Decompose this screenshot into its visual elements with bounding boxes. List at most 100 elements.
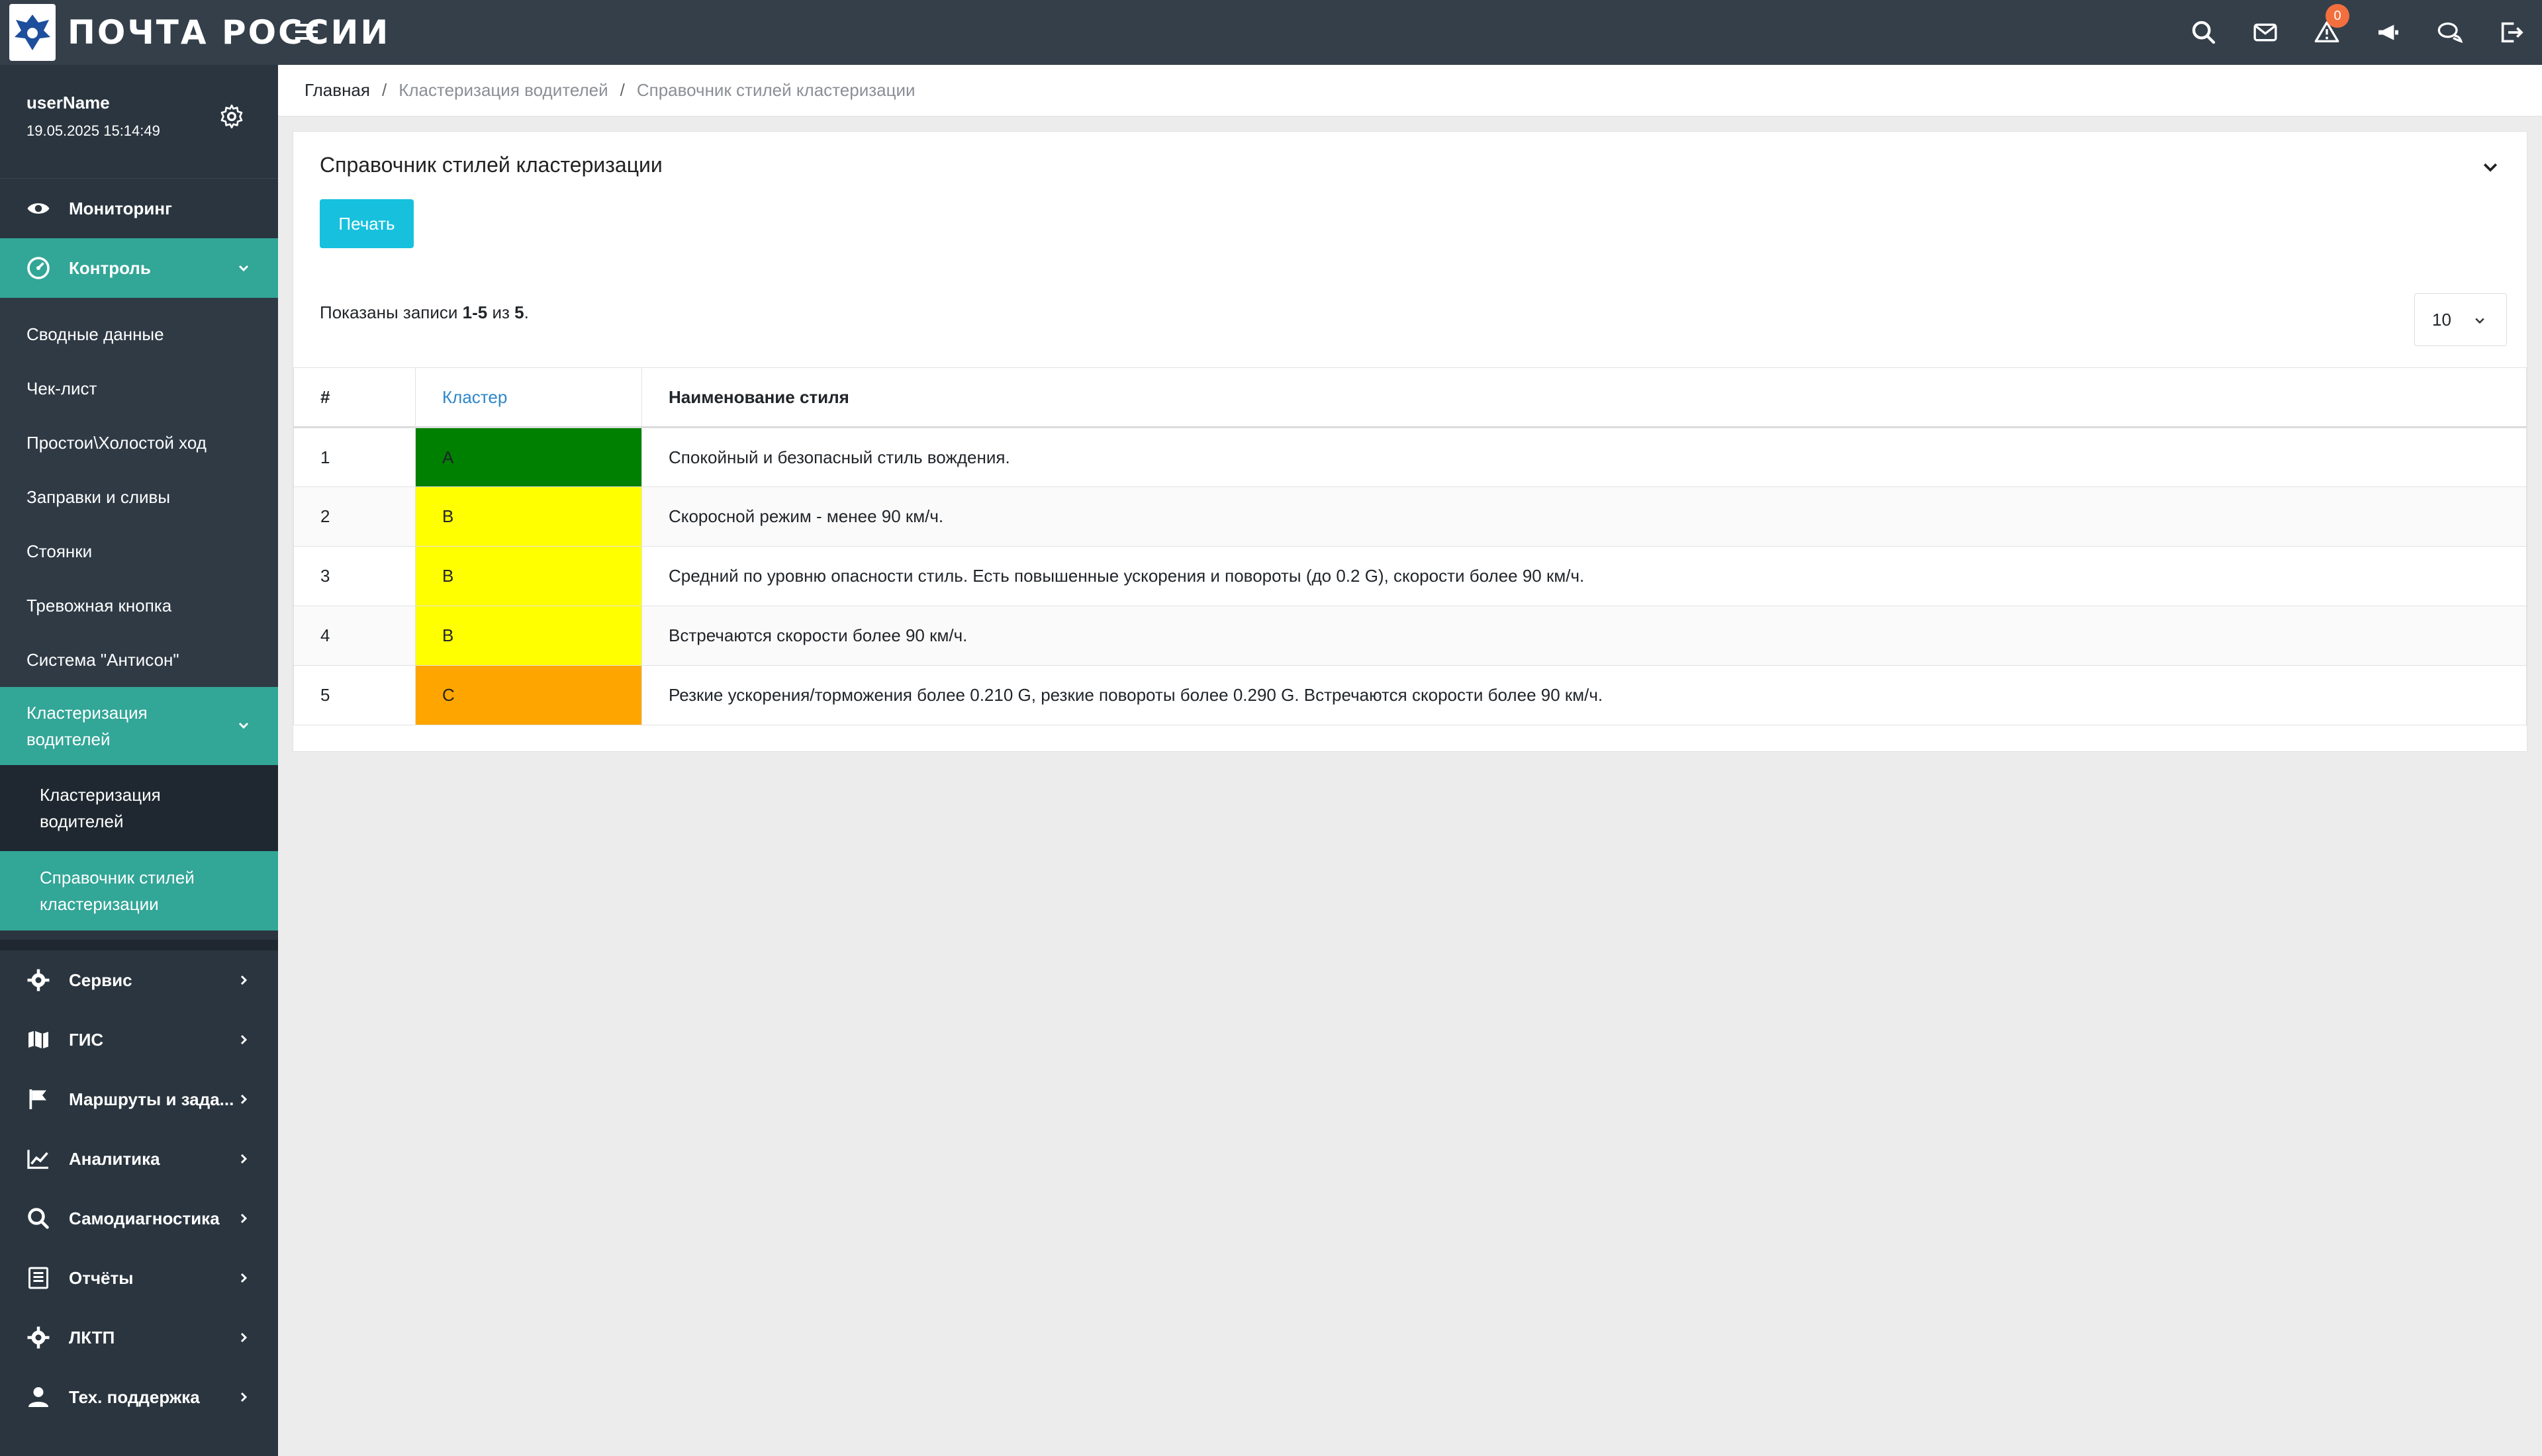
style-name-cell: Скоросной режим - менее 90 км/ч. (641, 486, 2527, 547)
chevron-down-icon (238, 722, 249, 729)
sidebar-subitem[interactable]: Простои\Холостой ход (0, 416, 278, 470)
cluster-cell: B (415, 606, 642, 666)
sidebar-item-label: Мониторинг (69, 198, 172, 218)
sidebar-subitem[interactable]: Сводные данные (0, 307, 278, 361)
sidebar-item-label: Аналитика (69, 1148, 160, 1169)
control-submenu: Сводные данные Чек-лист Простои\Холостой… (0, 298, 278, 950)
top-bar: ПОЧТА РОССИИ 0 (0, 0, 2542, 65)
column-header-name: Наименование стиля (641, 367, 2527, 428)
breadcrumb-home[interactable]: Главная (305, 80, 370, 101)
summary-mid: из (487, 302, 515, 322)
row-number: 4 (293, 606, 416, 666)
content-card: Справочник стилей кластеризации Печать П… (293, 131, 2527, 752)
page-title: Справочник стилей кластеризации (320, 153, 663, 177)
map-icon (26, 1028, 50, 1052)
sidebar-item-selfdiag[interactable]: Самодиагностика (0, 1189, 278, 1248)
summary-total: 5 (514, 302, 524, 322)
sidebar-item-support[interactable]: Тех. поддержка (0, 1367, 278, 1427)
breadcrumb: Главная / Кластеризация водителей / Спра… (278, 65, 2542, 116)
sidebar-subitem-label: Кластеризация водителей (26, 703, 148, 749)
table-row: 2 B Скоросной режим - менее 90 км/ч. (293, 486, 2527, 547)
sidebar-item-label: Сервис (69, 970, 132, 990)
sidebar-item-gis[interactable]: ГИС (0, 1010, 278, 1069)
table-row: 3 B Средний по уровню опасности стиль. Ест… (293, 546, 2527, 606)
search-icon[interactable] (2173, 0, 2234, 65)
sidebar-subsubitem-active[interactable]: Справочник стилей кластеризации (0, 851, 278, 931)
page-size-select[interactable]: 10 (2414, 293, 2507, 346)
column-header-cluster[interactable]: Кластер (415, 367, 642, 428)
mail-icon[interactable] (2234, 0, 2296, 65)
user-name: userName (26, 93, 110, 113)
sidebar-item-label: Самодиагностика (69, 1208, 220, 1228)
styles-table: # Кластер Наименование стиля 1 A Спокойный… (293, 367, 2527, 725)
megaphone-icon[interactable] (2357, 0, 2419, 65)
chevron-right-icon (240, 1332, 248, 1343)
breadcrumb-clustering[interactable]: Кластеризация водителей (399, 80, 608, 101)
chevron-right-icon (240, 1392, 248, 1402)
eagle-emblem-icon (9, 4, 56, 61)
sidebar-item-label: ЛКТП (69, 1327, 115, 1347)
chevron-right-icon (240, 1094, 248, 1105)
cluster-cell: B (415, 546, 642, 606)
row-number: 1 (293, 427, 416, 487)
sidebar-item-label: ГИС (69, 1029, 104, 1050)
sidebar-item-service[interactable]: Сервис (0, 950, 278, 1010)
menu-toggle-icon[interactable] (295, 20, 322, 45)
gear-icon (26, 968, 50, 992)
sidebar-subitem[interactable]: Тревожная кнопка (0, 578, 278, 633)
style-name-cell: Встречаются скорости более 90 км/ч. (641, 606, 2527, 666)
chevron-down-icon (2475, 318, 2484, 324)
cluster-cell: A (415, 427, 642, 487)
report-icon (26, 1266, 50, 1290)
logout-icon[interactable] (2480, 0, 2542, 65)
sidebar-item-label: Тех. поддержка (69, 1387, 200, 1407)
logo-text: ПОЧТА РОССИИ (68, 13, 391, 52)
summary-suffix: . (524, 302, 529, 322)
chevron-right-icon (240, 1213, 248, 1224)
warning-icon[interactable]: 0 (2296, 0, 2357, 65)
sidebar-subsubitem[interactable]: Кластеризация водителей (0, 765, 278, 851)
logo[interactable]: ПОЧТА РОССИИ (0, 0, 388, 65)
notification-badge: 0 (2326, 4, 2349, 28)
table-header-row: # Кластер Наименование стиля (293, 367, 2527, 428)
gear-icon (26, 1326, 50, 1349)
sidebar-item-control[interactable]: Контроль (0, 238, 278, 298)
sidebar-item-routes[interactable]: Маршруты и зада... (0, 1069, 278, 1129)
sidebar-item-lktp[interactable]: ЛКТП (0, 1308, 278, 1367)
records-summary: Показаны записи 1-5 из 5. (320, 302, 529, 323)
print-button[interactable]: Печать (320, 199, 414, 248)
sidebar-subitem[interactable]: Чек-лист (0, 361, 278, 416)
table-row: 4 B Встречаются скорости более 90 км/ч. (293, 606, 2527, 666)
row-number: 3 (293, 546, 416, 606)
collapse-chevron-icon[interactable] (2480, 157, 2500, 177)
row-number: 5 (293, 665, 416, 725)
breadcrumb-separator: / (381, 80, 387, 100)
sidebar-item-reports[interactable]: Отчёты (0, 1248, 278, 1308)
table-row: 5 C Резкие ускорения/торможения более 0.21… (293, 665, 2527, 725)
breadcrumb-separator: / (620, 80, 625, 100)
cluster-cell: B (415, 486, 642, 547)
chevron-right-icon (240, 975, 248, 985)
sidebar-item-monitoring[interactable]: Мониторинг (0, 179, 278, 238)
cluster-cell: C (415, 665, 642, 725)
eye-icon (26, 197, 50, 220)
sidebar-item-analytics[interactable]: Аналитика (0, 1129, 278, 1189)
flag-icon (26, 1087, 50, 1111)
sidebar-subitem[interactable]: Заправки и сливы (0, 470, 278, 524)
sidebar-subitem[interactable]: Система "Антисон" (0, 633, 278, 687)
search-icon (26, 1206, 50, 1230)
sidebar-subitem[interactable]: Стоянки (0, 524, 278, 578)
table-row: 1 A Спокойный и безопасный стиль вождения. (293, 427, 2527, 487)
chart-icon (26, 1147, 50, 1171)
style-name-cell: Спокойный и безопасный стиль вождения. (641, 427, 2527, 487)
summary-prefix: Показаны записи (320, 302, 463, 322)
dashboard-icon (26, 256, 50, 280)
style-name-cell: Резкие ускорения/торможения более 0.210 … (641, 665, 2527, 725)
chat-icon[interactable] (2419, 0, 2480, 65)
sidebar-subitem-clustering[interactable]: Кластеризация водителей (0, 687, 278, 765)
user-settings-icon[interactable] (218, 103, 245, 130)
user-datetime: 19.05.2025 15:14:49 (26, 122, 160, 139)
row-number: 2 (293, 486, 416, 547)
sidebar-item-label: Отчёты (69, 1267, 134, 1288)
summary-range: 1-5 (462, 302, 488, 322)
